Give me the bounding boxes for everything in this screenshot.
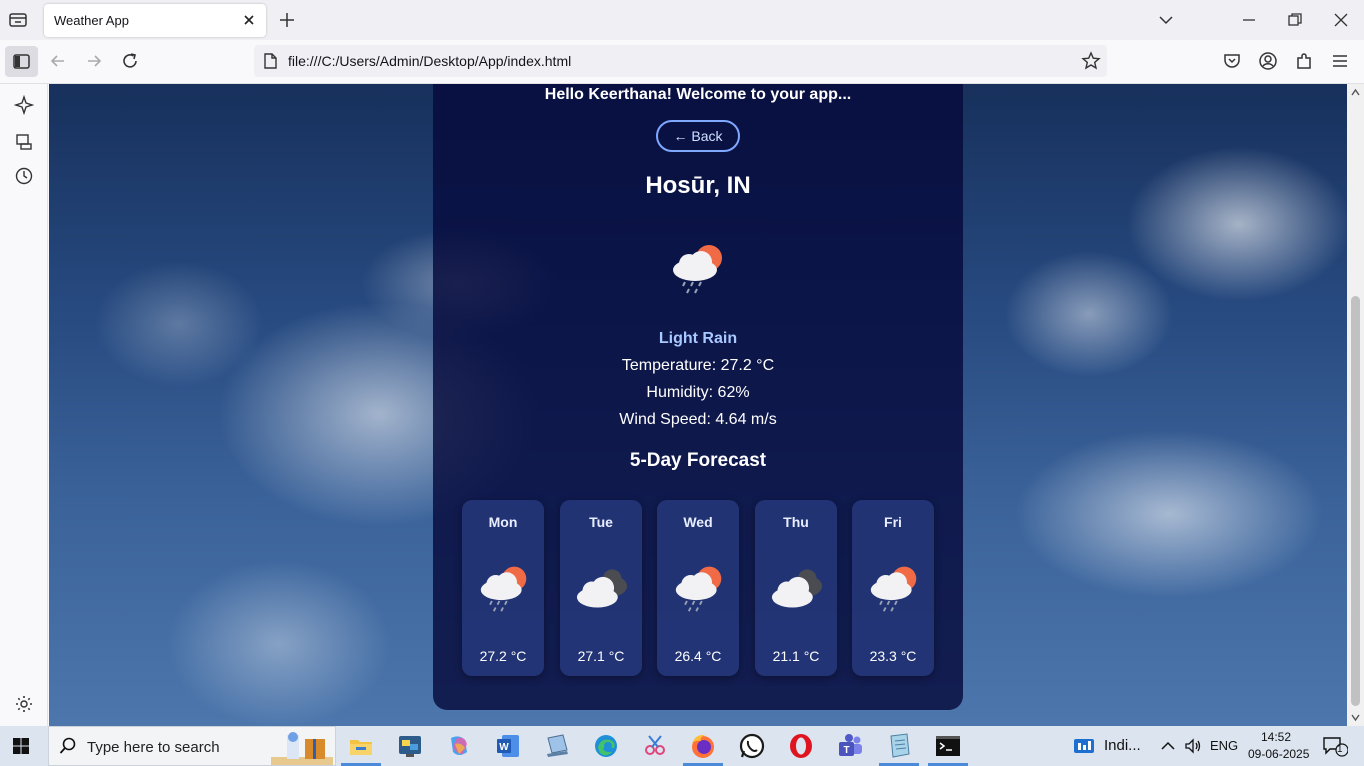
scroll-down-icon[interactable]	[1351, 714, 1360, 722]
weather-widget-label[interactable]: Indi...	[1104, 737, 1141, 754]
taskbar-search-box[interactable]: Type here to search	[48, 726, 336, 766]
sidebar-toggle-button[interactable]	[5, 46, 38, 77]
file-explorer-icon[interactable]	[347, 732, 375, 760]
forecast-temp: 26.4 °C	[674, 648, 722, 664]
forecast-title: 5-Day Forecast	[629, 450, 767, 471]
forecast-card: Fri 23.3 °C	[852, 500, 934, 676]
url-text: file:///C:/Users/Admin/Desktop/App/index…	[288, 53, 572, 69]
device-icon[interactable]	[543, 732, 571, 760]
page-icon	[264, 53, 277, 69]
new-tab-icon[interactable]	[278, 11, 296, 29]
back-arrow-icon[interactable]	[48, 51, 68, 71]
minimize-icon[interactable]	[1240, 11, 1258, 29]
teams-icon[interactable]: T	[836, 732, 864, 760]
chevron-down-icon[interactable]	[1157, 11, 1175, 29]
tab-weather-app[interactable]: Weather App	[44, 4, 266, 37]
search-highlight-image	[271, 732, 333, 765]
light-rain-icon	[870, 566, 917, 612]
history-icon[interactable]	[14, 166, 34, 186]
light-rain-icon	[675, 566, 722, 612]
chevron-up-icon[interactable]	[1159, 737, 1177, 755]
forecast-temp: 27.2 °C	[479, 648, 527, 664]
weather-card: Hello Keerthana! Welcome to your app... …	[433, 84, 963, 710]
forecast-temp: 27.1 °C	[577, 648, 625, 664]
settings-gear-icon[interactable]	[14, 694, 34, 714]
ai-sparkle-icon[interactable]	[14, 95, 34, 115]
forecast-card: Tue 27.1 °C	[560, 500, 642, 676]
search-placeholder: Type here to search	[87, 739, 220, 756]
forecast-day: Wed	[683, 514, 713, 530]
terminal-icon[interactable]	[934, 732, 962, 760]
weather-description: Light Rain	[658, 330, 738, 347]
snipping-tool-icon[interactable]	[641, 732, 669, 760]
greeting-text: Hello Keerthana! Welcome to your app...	[544, 86, 852, 103]
opera-icon[interactable]	[787, 732, 815, 760]
notification-count: 1	[1337, 744, 1343, 755]
account-icon[interactable]	[1258, 51, 1278, 71]
temperature-text: Temperature: 27.2 °C	[621, 357, 775, 374]
forecast-day: Thu	[783, 514, 809, 530]
extensions-icon[interactable]	[1294, 51, 1314, 71]
svg-text:W: W	[499, 742, 509, 753]
volume-icon[interactable]	[1184, 737, 1202, 755]
back-button[interactable]: ← Back	[656, 120, 740, 152]
scroll-up-icon[interactable]	[1351, 88, 1360, 96]
url-bar[interactable]: file:///C:/Users/Admin/Desktop/App/index…	[254, 45, 1107, 77]
scrollbar-thumb[interactable]	[1351, 296, 1360, 706]
taskbar: Type here to search W T Indi... ENG 14:5…	[0, 726, 1364, 766]
forecast-day: Tue	[589, 514, 613, 530]
python-ide-icon[interactable]	[396, 732, 424, 760]
forward-arrow-icon[interactable]	[84, 51, 104, 71]
edge-browser-icon[interactable]	[592, 732, 620, 760]
bookmark-star-icon[interactable]	[1081, 51, 1101, 71]
reload-icon[interactable]	[120, 51, 140, 71]
tab-strip: Weather App	[0, 0, 1364, 40]
forecast-day: Fri	[884, 514, 902, 530]
copilot-icon[interactable]	[445, 732, 473, 760]
windows-start-icon[interactable]	[12, 737, 30, 755]
navigation-bar: file:///C:/Users/Admin/Desktop/App/index…	[0, 40, 1364, 84]
synced-tabs-icon[interactable]	[14, 132, 34, 152]
svg-text:T: T	[843, 745, 849, 756]
forecast-temp: 23.3 °C	[869, 648, 917, 664]
browser-sidebar	[0, 84, 48, 726]
forecast-temp: 21.1 °C	[772, 648, 820, 664]
light-rain-icon	[673, 245, 722, 294]
light-rain-icon	[480, 566, 527, 612]
close-tab-icon[interactable]	[242, 13, 256, 27]
city-name: Hosūr, IN	[645, 172, 751, 199]
restore-icon[interactable]	[1286, 11, 1304, 29]
cloudy-icon	[771, 569, 823, 608]
close-window-icon[interactable]	[1332, 11, 1350, 29]
whatsapp-icon[interactable]	[738, 732, 766, 760]
menu-icon[interactable]	[1330, 51, 1350, 71]
forecast-day: Mon	[488, 514, 518, 530]
humidity-text: Humidity: 62%	[646, 384, 750, 401]
forecast-card: Wed 26.4 °C	[657, 500, 739, 676]
notifications-icon[interactable]	[1322, 735, 1348, 757]
vertical-scrollbar[interactable]	[1347, 84, 1364, 726]
firefox-icon[interactable]	[689, 732, 717, 760]
language-indicator[interactable]: ENG	[1210, 738, 1238, 753]
cloudy-icon	[576, 569, 628, 608]
clock-date[interactable]: 09-06-2025	[1248, 747, 1309, 761]
wind-speed-text: Wind Speed: 4.64 m/s	[619, 411, 777, 428]
forecast-card: Mon 27.2 °C	[462, 500, 544, 676]
search-icon	[59, 737, 76, 754]
sidebar-icon	[13, 54, 30, 69]
word-icon[interactable]: W	[494, 732, 522, 760]
page-viewport: Hello Keerthana! Welcome to your app... …	[49, 84, 1347, 726]
tab-title: Weather App	[54, 13, 129, 28]
clock-time[interactable]: 14:52	[1261, 730, 1291, 744]
weather-widget-icon[interactable]	[1073, 737, 1095, 755]
notepad-icon[interactable]	[885, 732, 913, 760]
pocket-icon[interactable]	[1222, 51, 1242, 71]
tab-list-icon[interactable]	[8, 11, 28, 29]
forecast-card: Thu 21.1 °C	[755, 500, 837, 676]
